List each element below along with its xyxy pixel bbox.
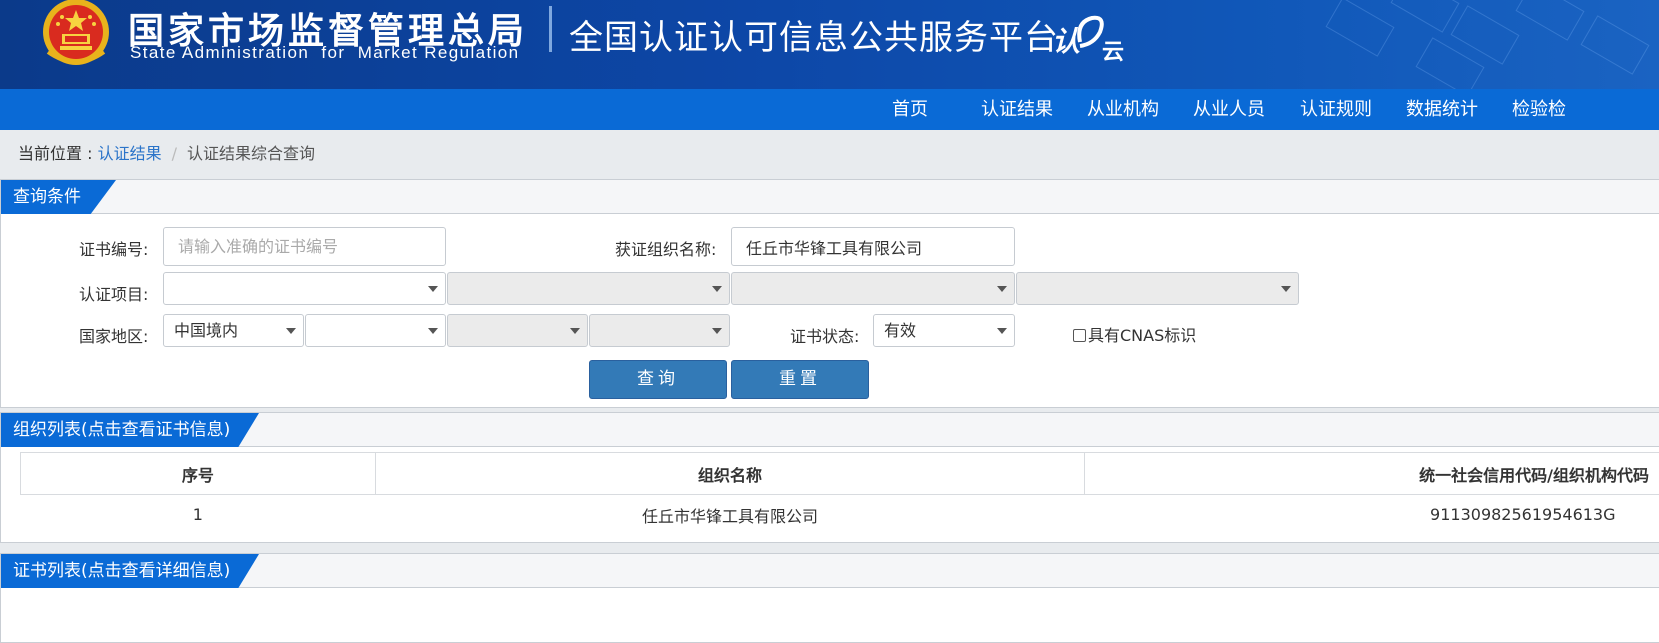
org-list-panel: 组织列表(点击查看证书信息) 序号 组织名称 统一社会信用代码/组织机构代码 1… [0,412,1659,543]
chevron-down-icon [570,328,580,334]
nav-item-cert-rules[interactable]: 认证规则 [1300,89,1372,130]
project-label: 认证项目: [79,281,148,305]
project-select-1[interactable] [163,272,446,305]
query-panel-title: 查询条件 [13,187,81,207]
project-select-3[interactable] [731,272,1015,305]
project-select-2[interactable] [447,272,730,305]
main-nav: 首页 认证结果 从业机构 从业人员 认证规则 数据统计 检验检 [0,89,1659,130]
chevron-down-icon [428,286,438,292]
cert-list-panel-title: 证书列表(点击查看详细信息) [13,561,230,581]
cnas-checkbox-label: 具有CNAS标识 [1088,326,1196,345]
breadcrumb-prefix: 当前位置 : [18,144,98,163]
row-org-name[interactable]: 任丘市华锋工具有限公司 [375,495,1084,535]
query-button[interactable]: 查询 [589,360,727,399]
chevron-down-icon [712,286,722,292]
region-select-2[interactable] [305,314,446,347]
org-list-panel-header: 组织列表(点击查看证书信息) [1,413,1659,447]
national-emblem-icon [40,0,112,70]
region-select-4[interactable] [589,314,730,347]
site-header: 国家市场监督管理总局 State Administration for Mark… [0,0,1659,89]
column-header-index: 序号 [21,453,376,495]
nav-item-personnel[interactable]: 从业人员 [1193,89,1265,130]
decor-hexagon [1516,0,1585,41]
chevron-down-icon [428,328,438,334]
breadcrumb-current: 认证结果综合查询 [187,144,315,163]
column-header-credit-code: 统一社会信用代码/组织机构代码 [1085,453,1659,495]
breadcrumb-link-cert-results[interactable]: 认证结果 [98,144,162,163]
column-header-org-name: 组织名称 [375,453,1084,495]
decor-hexagon [1326,0,1395,57]
header-divider [549,6,552,52]
table-row[interactable]: 1 任丘市华锋工具有限公司 91130982561954613G [21,495,1659,535]
chevron-down-icon [1281,286,1291,292]
region-select-1[interactable]: 中国境内 [163,314,304,347]
nav-item-institutions[interactable]: 从业机构 [1087,89,1159,130]
cert-list-panel: 证书列表(点击查看详细信息) [0,553,1659,643]
agency-name-en: State Administration for Market Regulati… [130,43,519,63]
table-header-row: 序号 组织名称 统一社会信用代码/组织机构代码 [21,453,1659,495]
nav-item-statistics[interactable]: 数据统计 [1406,89,1478,130]
region-select-3[interactable] [447,314,588,347]
logo-char-yun: 云 [1102,34,1124,66]
org-list-panel-tab: 组织列表(点击查看证书信息) [1,413,230,447]
org-list-table: 序号 组织名称 统一社会信用代码/组织机构代码 1 任丘市华锋工具有限公司 91… [20,452,1659,535]
cert-no-input[interactable] [163,227,446,266]
rz-cloud-logo: 认 云 [1052,12,1128,62]
project-select-4[interactable] [1016,272,1299,305]
org-name-input[interactable] [731,227,1015,266]
decor-hexagon [1391,0,1460,33]
platform-title: 全国认证认可信息公共服务平台 [569,10,1059,59]
checkbox-icon[interactable] [1073,329,1086,342]
cert-list-panel-header: 证书列表(点击查看详细信息) [1,554,1659,588]
query-panel-header: 查询条件 [1,180,1659,214]
status-select[interactable]: 有效 [873,314,1015,347]
chevron-down-icon [997,286,1007,292]
cert-list-panel-tab: 证书列表(点击查看详细信息) [1,554,230,588]
nav-item-inspection[interactable]: 检验检 [1512,89,1566,130]
status-label: 证书状态: [790,323,859,347]
region-label: 国家地区: [79,323,148,347]
org-name-label: 获证组织名称: [615,236,716,260]
nav-item-home[interactable]: 首页 [892,89,928,130]
chevron-down-icon [286,328,296,334]
region-select-1-value: 中国境内 [174,321,238,340]
query-panel: 查询条件 证书编号: 获证组织名称: 认证项目: 国家地区: 中国境内 证书状态… [0,179,1659,408]
org-list-panel-title: 组织列表(点击查看证书信息) [13,420,230,440]
nav-item-cert-results[interactable]: 认证结果 [981,89,1053,130]
query-panel-tab: 查询条件 [1,180,81,214]
row-credit-code: 91130982561954613G [1085,495,1659,535]
chevron-down-icon [712,328,722,334]
chevron-down-icon [997,328,1007,334]
row-index: 1 [21,495,376,535]
reset-button[interactable]: 重置 [731,360,869,399]
breadcrumb-separator: / [172,144,177,163]
decor-hexagon [1581,15,1650,74]
breadcrumb: 当前位置 : 认证结果 / 认证结果综合查询 [18,140,315,164]
status-select-value: 有效 [884,321,916,340]
cnas-checkbox[interactable]: 具有CNAS标识 [1073,322,1196,346]
cert-no-label: 证书编号: [79,236,148,260]
